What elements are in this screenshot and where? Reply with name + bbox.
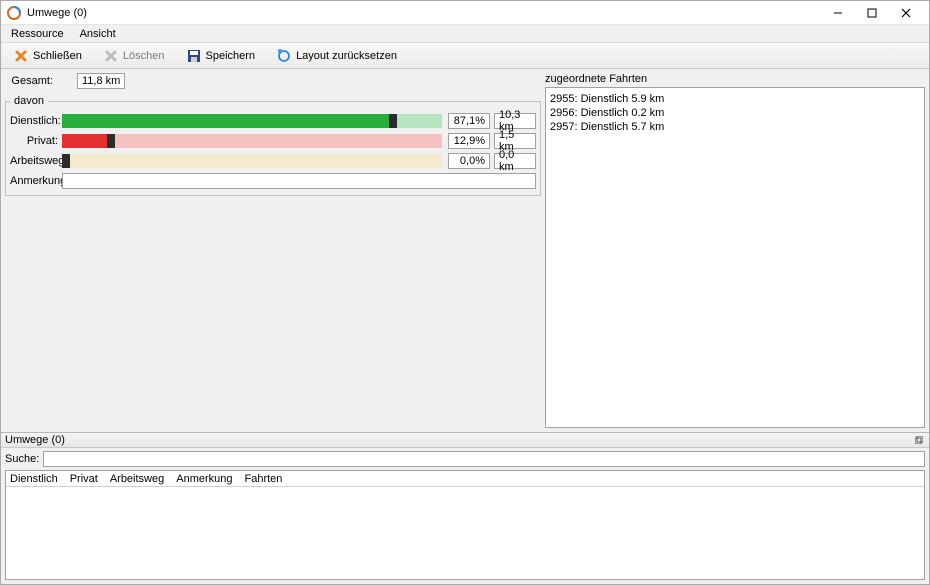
maximize-button[interactable] [855, 2, 889, 24]
list-item[interactable]: 2956: Dienstlich 0.2 km [550, 106, 920, 120]
arbeitsweg-bar[interactable] [62, 154, 442, 168]
list-item[interactable]: 2957: Dienstlich 5.7 km [550, 120, 920, 134]
delete-icon [104, 49, 118, 63]
suche-label: Suche: [5, 453, 39, 465]
reset-layout-label: Layout zurücksetzen [296, 50, 397, 62]
right-pane: zugeordnete Fahrten 2955: Dienstlich 5.9… [545, 73, 925, 428]
fahrten-label: zugeordnete Fahrten [545, 73, 925, 87]
anmerkung-label: Anmerkung: [10, 175, 62, 187]
column-arbeitsweg[interactable]: Arbeitsweg [110, 473, 164, 485]
main-area: Gesamt: 11,8 km davon Dienstlich: 87,1% … [1, 69, 929, 432]
close-label: Schließen [33, 50, 82, 62]
reset-layout-icon [277, 49, 291, 63]
titlebar: Umwege (0) [1, 1, 929, 25]
dienstlich-label: Dienstlich: [10, 115, 62, 127]
column-dienstlich[interactable]: Dienstlich [10, 473, 58, 485]
dienstlich-percent: 87,1% [448, 113, 490, 129]
davon-legend: davon [10, 95, 48, 107]
close-button[interactable]: Schließen [5, 45, 91, 67]
privat-bar[interactable] [62, 134, 442, 148]
menu-ansicht[interactable]: Ansicht [72, 27, 124, 41]
toolbar: Schließen Löschen Speichern Layout zurüc… [1, 43, 929, 69]
anmerkung-input[interactable] [62, 173, 536, 189]
arbeitsweg-label: Arbeitsweg: [10, 155, 62, 167]
delete-button: Löschen [95, 45, 174, 67]
column-privat[interactable]: Privat [70, 473, 98, 485]
grid-header: Dienstlich Privat Arbeitsweg Anmerkung F… [6, 471, 924, 487]
left-pane: Gesamt: 11,8 km davon Dienstlich: 87,1% … [5, 73, 541, 428]
search-row: Suche: [1, 448, 929, 470]
fahrten-list[interactable]: 2955: Dienstlich 5.9 km 2956: Dienstlich… [545, 87, 925, 428]
davon-group: davon Dienstlich: 87,1% 10,3 km Privat: [5, 95, 541, 196]
bottom-panel-title: Umwege (0) [5, 434, 913, 446]
menu-ressource[interactable]: Ressource [3, 27, 72, 41]
close-icon [14, 49, 28, 63]
reset-layout-button[interactable]: Layout zurücksetzen [268, 45, 406, 67]
close-window-button[interactable] [889, 2, 923, 24]
window-title: Umwege (0) [27, 7, 821, 19]
arbeitsweg-percent: 0,0% [448, 153, 490, 169]
column-fahrten[interactable]: Fahrten [245, 473, 283, 485]
save-label: Speichern [206, 50, 256, 62]
search-input[interactable] [43, 451, 925, 467]
arbeitsweg-km: 0,0 km [494, 153, 536, 169]
app-icon [7, 6, 21, 20]
gesamt-value: 11,8 km [77, 73, 125, 89]
save-button[interactable]: Speichern [178, 45, 265, 67]
bottom-panel-header: Umwege (0) [1, 432, 929, 448]
minimize-button[interactable] [821, 2, 855, 24]
gesamt-label: Gesamt: [5, 75, 57, 87]
privat-km: 1,5 km [494, 133, 536, 149]
menubar: Ressource Ansicht [1, 25, 929, 43]
dienstlich-bar[interactable] [62, 114, 442, 128]
panel-restore-icon[interactable] [913, 434, 925, 446]
bottom-grid[interactable]: Dienstlich Privat Arbeitsweg Anmerkung F… [5, 470, 925, 580]
privat-label: Privat: [10, 135, 62, 147]
save-icon [187, 49, 201, 63]
dienstlich-km: 10,3 km [494, 113, 536, 129]
delete-label: Löschen [123, 50, 165, 62]
list-item[interactable]: 2955: Dienstlich 5.9 km [550, 92, 920, 106]
column-anmerkung[interactable]: Anmerkung [176, 473, 232, 485]
privat-percent: 12,9% [448, 133, 490, 149]
